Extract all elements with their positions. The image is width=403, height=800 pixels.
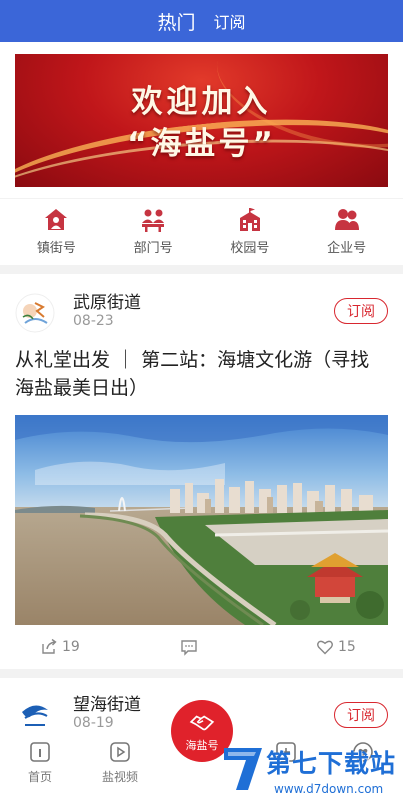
tab-hot[interactable]: 热门 [157,8,195,35]
category-enterprise[interactable]: 企业号 [302,199,392,265]
share-action[interactable]: 19 [40,638,80,656]
welcome-banner[interactable]: 欢迎加入 “海盐号” [15,54,388,187]
share-count: 19 [62,639,80,655]
category-town[interactable]: 镇街号 [11,199,101,265]
banner-title-line2: “海盐号” [127,126,276,162]
article-image[interactable] [15,415,388,625]
tab-subscribe[interactable]: 订阅 [214,9,246,33]
subscribe-button[interactable]: 订阅 [334,702,388,728]
app-screen: 热门 订阅 欢迎加入 “海盐号” 镇街号 部门号 校园号 企业号 武原街道 08… [0,0,403,800]
coastal-city-photo [15,415,388,625]
site-watermark: 第七下载站 www.d7down.com [222,740,403,800]
comment-action[interactable] [180,638,198,656]
category-school[interactable]: 校园号 [205,199,295,265]
handshake-icon [189,714,215,730]
share-icon [42,638,57,654]
banner-section: 欢迎加入 “海盐号” [0,42,403,198]
banner-title-line1: 欢迎加入 [131,84,272,120]
school-building-icon [239,208,260,231]
enterprise-people-icon [334,209,359,230]
post-date: 08-23 [73,313,114,329]
department-people-icon [142,209,165,232]
category-label: 镇街号 [36,241,76,256]
wuyuan-logo-icon [15,293,55,333]
author-name[interactable]: 武原街道 [73,288,141,313]
nav-video[interactable]: 盐视频 [90,740,150,785]
subscribe-button[interactable]: 订阅 [334,298,388,324]
nav-label: 盐视频 [101,770,138,784]
category-label: 企业号 [327,241,367,256]
category-department[interactable]: 部门号 [108,199,198,265]
heart-icon [317,640,333,655]
nav-home[interactable]: 首页 [10,740,70,785]
like-action[interactable]: 15 [316,638,356,656]
author-name[interactable]: 望海街道 [73,690,141,715]
category-label: 部门号 [133,241,173,256]
play-icon [110,742,130,762]
watermark-brand: 第七下载站 [266,749,397,778]
home-icon [30,742,50,762]
category-label: 校园号 [230,241,270,256]
nav-label: 首页 [27,770,52,784]
post-date: 08-19 [73,715,114,731]
comment-icon [181,640,197,656]
nav-label: 海盐号 [185,738,219,752]
like-count: 15 [338,639,356,655]
article-title[interactable]: 从礼堂出发 ｜ 第二站：海塘文化游（寻找海盐最美日出） [15,346,388,402]
top-tab-bar: 热门 订阅 [0,0,403,42]
author-avatar[interactable] [15,293,55,333]
d7-logo-icon [224,748,262,790]
house-person-icon [45,209,68,230]
feed-card[interactable]: 武原街道 08-23 订阅 从礼堂出发 ｜ 第二站：海塘文化游（寻找海盐最美日出… [0,274,403,669]
article-actions: 19 15 [0,634,403,664]
watermark-url: www.d7down.com [274,782,384,796]
category-bar: 镇街号 部门号 校园号 企业号 [0,199,403,265]
